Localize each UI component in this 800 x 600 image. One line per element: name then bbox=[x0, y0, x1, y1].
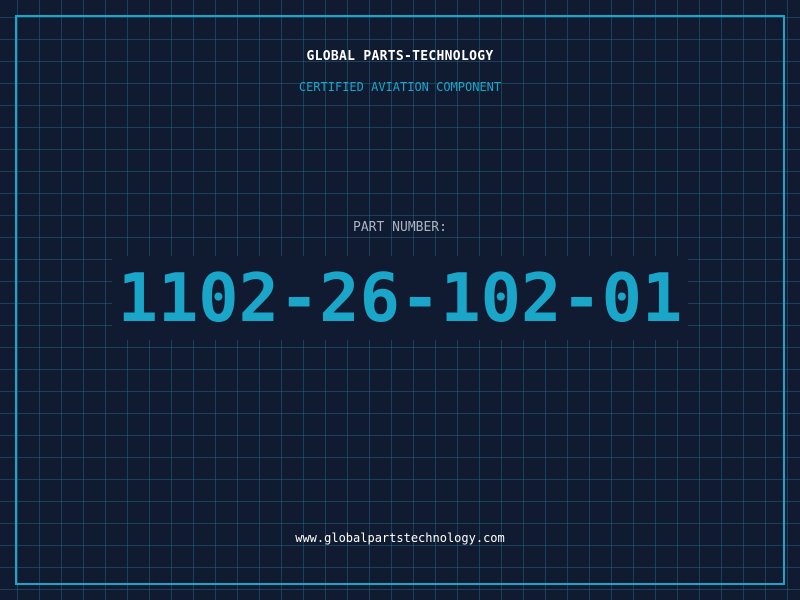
part-number-container: 1102-26-102-01 bbox=[0, 256, 800, 340]
part-number-label: PART NUMBER: bbox=[353, 220, 447, 235]
part-label-card: GLOBAL PARTS-TECHNOLOGY CERTIFIED AVIATI… bbox=[0, 0, 800, 600]
website-url: www.globalpartstechnology.com bbox=[295, 531, 505, 545]
brand-tagline: CERTIFIED AVIATION COMPONENT bbox=[298, 80, 502, 94]
brand-title: GLOBAL PARTS-TECHNOLOGY bbox=[306, 49, 494, 64]
part-number-value: 1102-26-102-01 bbox=[111, 256, 689, 340]
